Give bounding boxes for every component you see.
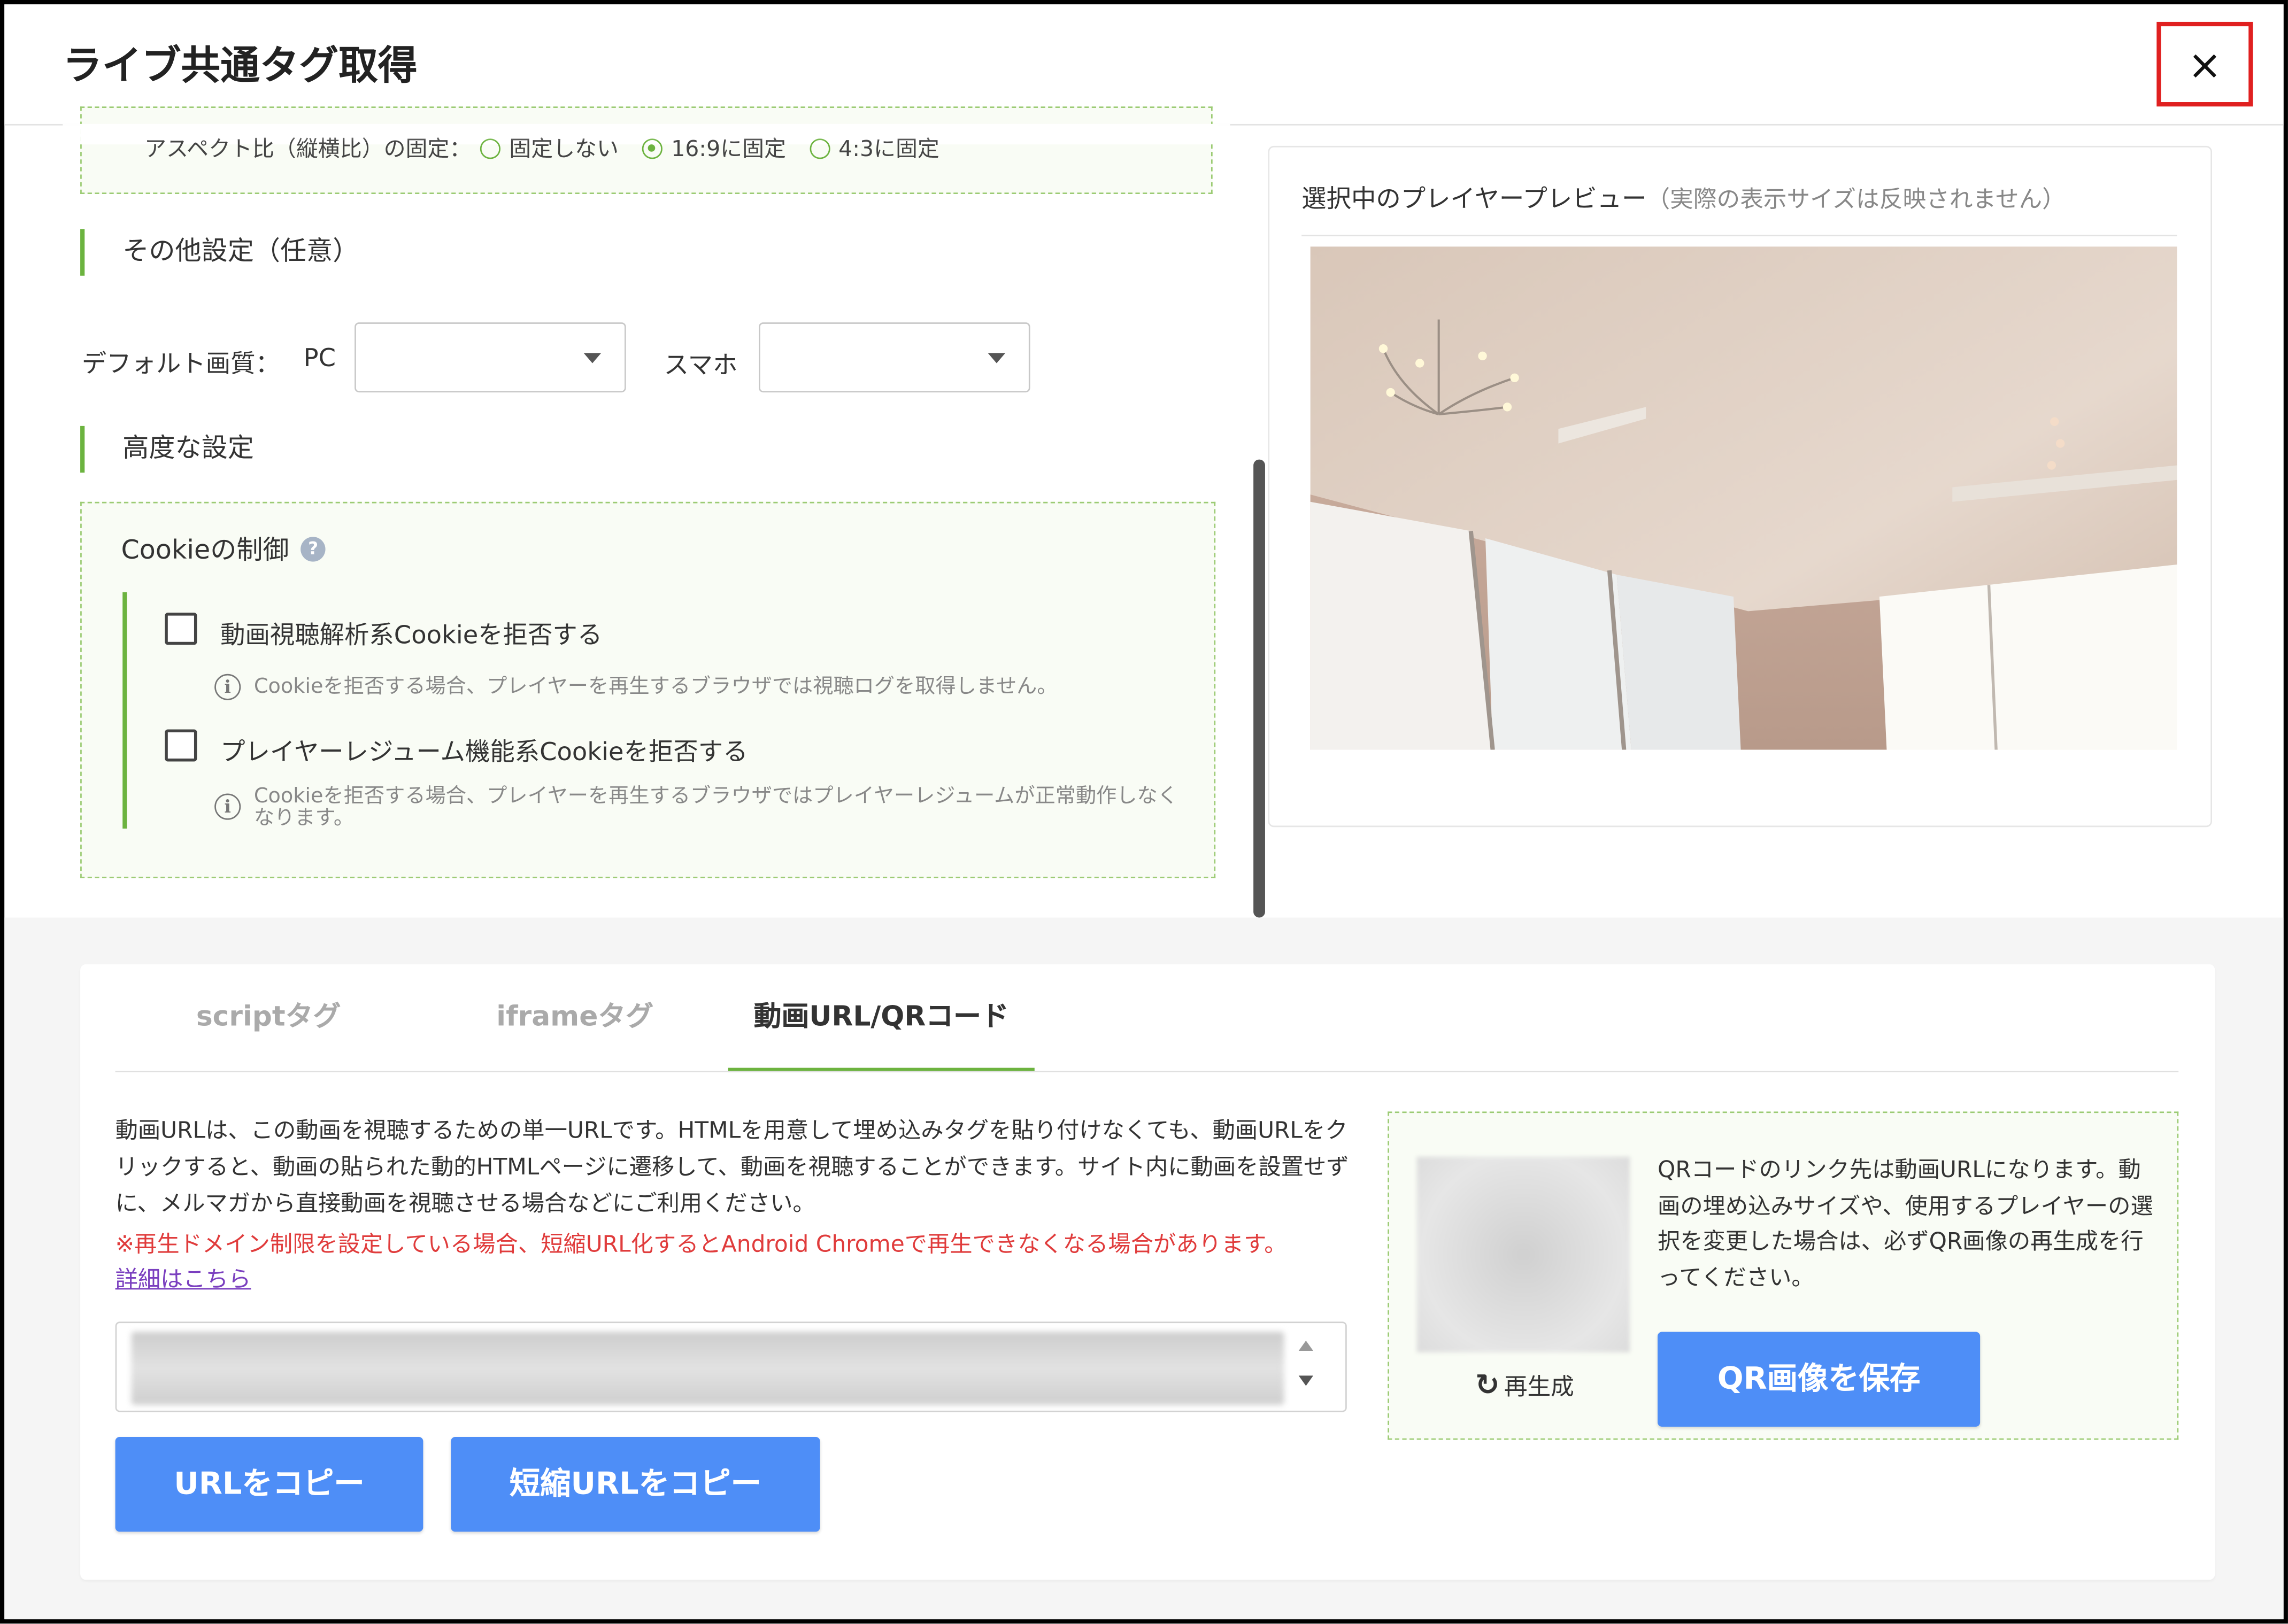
preview-divider — [1301, 235, 2177, 237]
analytics-cookie-note: Cookieを拒否する場合、プレイヤーを再生するブラウザでは視聴ログを取得しませ… — [253, 675, 1058, 699]
copy-short-url-button[interactable]: 短縮URLをコピー — [451, 1436, 820, 1532]
info-icon: i — [214, 793, 241, 820]
refresh-icon: ↻ — [1475, 1366, 1500, 1402]
tab-underline — [115, 1071, 2179, 1072]
reject-analytics-cookie-checkbox[interactable] — [165, 613, 197, 645]
qr-description: QRコードのリンク先は動画URLになります。動画の埋め込みサイズや、使用するプレ… — [1658, 1157, 2153, 1290]
scroll-up-icon[interactable] — [1298, 1340, 1314, 1351]
player-preview-image[interactable] — [1310, 246, 2177, 750]
close-icon: × — [2187, 40, 2222, 89]
reject-resume-cookie-checkbox[interactable] — [165, 729, 197, 762]
cookie-options-bar — [122, 592, 127, 829]
url-warning: ※再生ドメイン制限を設定している場合、短縮URL化するとAndroid Chro… — [115, 1231, 1287, 1258]
cookie-control-label: Cookieの制御 — [121, 535, 289, 566]
scroll-fade — [63, 123, 1230, 142]
other-settings-heading: その他設定（任意） — [80, 229, 359, 276]
details-link[interactable]: 詳細はこちら — [115, 1262, 251, 1298]
help-icon[interactable]: ? — [301, 536, 326, 561]
preview-title-text: 選択中のプレイヤープレビュー — [1301, 185, 1647, 215]
url-field-scroll-arrows[interactable] — [1293, 1335, 1319, 1393]
pc-quality-select[interactable] — [355, 322, 626, 393]
cookie-control-title: Cookieの制御 ? — [121, 530, 326, 568]
default-quality-label: デフォルト画質： — [81, 350, 280, 380]
info-icon: i — [214, 674, 241, 700]
video-url-value-blurred — [131, 1332, 1284, 1405]
caret-down-icon — [988, 353, 1006, 364]
dialog-title: ライブ共通タグ取得 — [63, 43, 418, 89]
tab-url-qr[interactable]: 動画URL/QRコード — [728, 982, 1035, 1072]
preview-subtitle: （実際の表示サイズは反映されません） — [1646, 185, 2066, 213]
reject-resume-cookie-label[interactable]: プレイヤーレジューム機能系Cookieを拒否する — [220, 731, 748, 768]
regenerate-label: 再生成 — [1504, 1372, 1574, 1401]
settings-scrollbar[interactable] — [1253, 459, 1265, 918]
caret-down-icon — [583, 353, 602, 364]
save-qr-image-button[interactable]: QR画像を保存 — [1658, 1332, 1981, 1427]
smartphone-label: スマホ — [664, 351, 738, 381]
tag-dialog: ライブ共通タグ取得 × アスペクト比（縦横比）の固定： 固定しない 16:9に固… — [0, 0, 2288, 1624]
reject-analytics-cookie-label[interactable]: 動画視聴解析系Cookieを拒否する — [220, 614, 602, 651]
qr-code-image-blurred — [1416, 1157, 1630, 1352]
preview-title: 選択中のプレイヤープレビュー（実際の表示サイズは反映されません） — [1301, 178, 2066, 215]
regenerate-qr-button[interactable]: ↻ 再生成 — [1475, 1367, 1574, 1402]
tab-script[interactable]: scriptタグ — [144, 982, 392, 1072]
tab-iframe[interactable]: iframeタグ — [451, 982, 699, 1072]
resume-cookie-note: Cookieを拒否する場合、プレイヤーを再生するブラウザではプレイヤーレジューム… — [253, 785, 1178, 830]
scroll-down-icon[interactable] — [1298, 1375, 1314, 1386]
pc-label: PC — [303, 344, 336, 374]
room-photo — [1310, 246, 2177, 750]
advanced-settings-heading: 高度な設定 — [80, 426, 254, 473]
copy-url-button[interactable]: URLをコピー — [115, 1436, 423, 1532]
smartphone-quality-select[interactable] — [759, 322, 1030, 393]
close-button[interactable]: × — [2156, 21, 2253, 107]
url-description: 動画URLは、この動画を視聴するための単一URLです。HTMLを用意して埋め込み… — [115, 1117, 1349, 1217]
